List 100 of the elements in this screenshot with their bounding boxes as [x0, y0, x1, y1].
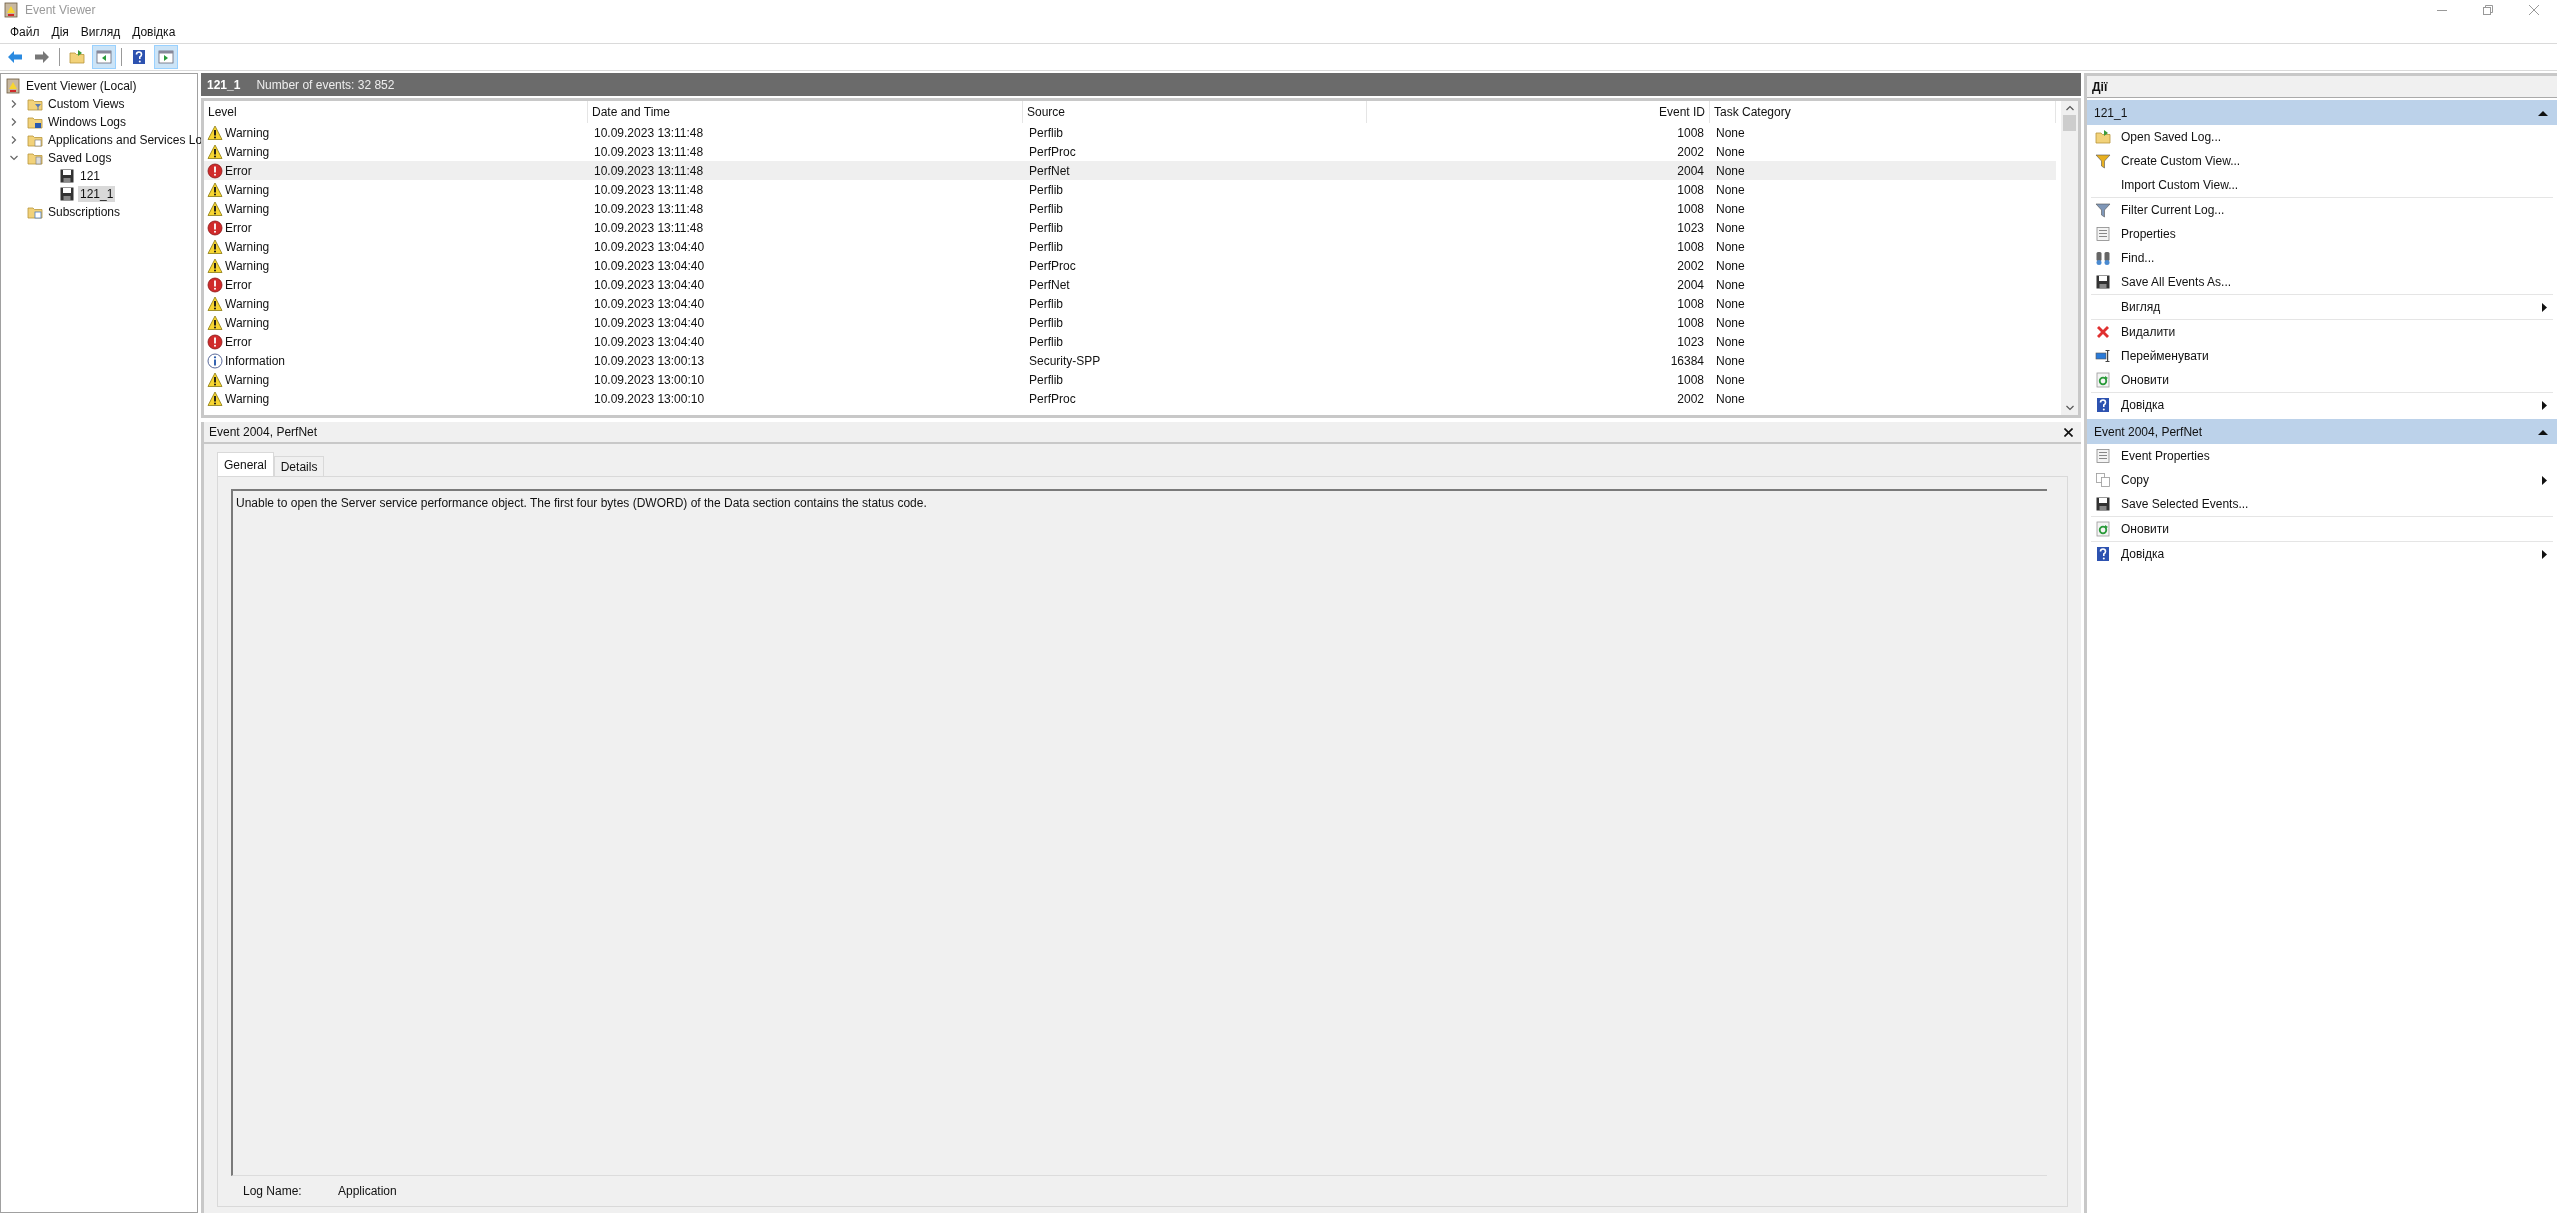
tree-item[interactable]: 121 — [78, 168, 103, 184]
menu-item[interactable]: Довідка — [126, 21, 182, 42]
tree-item[interactable]: 121_1 — [78, 186, 116, 202]
menu-item[interactable]: Файл — [4, 21, 46, 42]
collapse-caret-icon[interactable] — [2538, 428, 2548, 435]
warning-icon — [207, 143, 223, 160]
binoculars-icon — [2095, 250, 2111, 266]
table-cell-text: 10.09.2023 13:04:40 — [593, 238, 706, 256]
scrollbar-thumb[interactable] — [2063, 115, 2076, 131]
action-item[interactable]: Save All Events As... — [2121, 273, 2232, 291]
action-item[interactable]: Довідка — [2121, 396, 2165, 414]
table-row[interactable]: Information 10.09.2023 13:00:13 Security-SPP 16384 None — [204, 351, 2056, 370]
submenu-arrow-icon — [2542, 400, 2547, 410]
action-item[interactable]: Save Selected Events... — [2121, 495, 2249, 513]
chevron-right-icon[interactable] — [9, 117, 19, 127]
tab[interactable]: Details — [273, 456, 325, 476]
info-icon — [207, 352, 223, 369]
chevron-down-icon[interactable] — [9, 153, 19, 163]
action-item[interactable]: Properties — [2121, 225, 2176, 243]
table-row[interactable]: Warning 10.09.2023 13:11:48 PerfProc 2002 None — [204, 142, 2056, 161]
table-row[interactable]: Warning 10.09.2023 13:00:10 PerfProc 2002 None — [204, 389, 2056, 408]
action-item[interactable]: Find... — [2121, 249, 2155, 267]
level-label: Warning — [225, 200, 270, 218]
table-cell-text: PerfProc — [1028, 143, 1077, 161]
column-header[interactable]: Event ID — [1367, 101, 1710, 123]
table-row[interactable]: Warning 10.09.2023 13:04:40 Perflib 1008 None — [204, 294, 2056, 313]
table-row[interactable]: Error 10.09.2023 13:04:40 PerfNet 2004 None — [204, 275, 2056, 294]
copy-icon — [2095, 472, 2111, 488]
table-row[interactable]: Warning 10.09.2023 13:04:40 Perflib 1008 None — [204, 313, 2056, 332]
scrollbar[interactable] — [2061, 101, 2078, 415]
action-item[interactable]: Оновити — [2121, 520, 2169, 538]
table-row[interactable]: Error 10.09.2023 13:11:48 PerfNet 2004 None — [204, 161, 2056, 180]
action-item[interactable]: Open Saved Log... — [2121, 128, 2222, 146]
table-cell-text: 10.09.2023 13:11:48 — [593, 124, 705, 142]
action-item[interactable]: Import Custom View... — [2121, 176, 2239, 194]
table-row[interactable]: Warning 10.09.2023 13:11:48 Perflib 1008 None — [204, 180, 2056, 199]
table-cell-text: None — [1715, 200, 1746, 218]
table-cell-text: Perflib — [1028, 333, 1064, 351]
tree-item[interactable]: Subscriptions — [46, 204, 123, 220]
table-cell-text: 1023 — [1676, 333, 1705, 351]
folder-icon — [27, 204, 43, 220]
table-cell-text: Perflib — [1028, 200, 1064, 218]
table-cell-text: 2002 — [1676, 143, 1705, 161]
folder-icon — [2095, 129, 2111, 145]
warning-icon — [207, 390, 223, 407]
close-icon — [2529, 5, 2539, 15]
log-name: 121_1 — [207, 76, 241, 94]
event-message: Unable to open the Server service performance object. The first four bytes (DWORD) of the Data section contains the status code. — [236, 495, 928, 512]
tab[interactable]: General — [217, 452, 274, 476]
close-icon — [2063, 427, 2073, 437]
chevron-right-icon[interactable] — [9, 99, 19, 109]
table-cell-text: 10.09.2023 13:11:48 — [593, 219, 705, 237]
actions-title: Дії — [2092, 78, 2108, 96]
pane-icon — [96, 49, 112, 65]
table-row[interactable]: Warning 10.09.2023 13:04:40 PerfProc 2002 None — [204, 256, 2056, 275]
table-row[interactable]: Warning 10.09.2023 13:11:48 Perflib 1008 None — [204, 199, 2056, 218]
folder-icon — [27, 132, 43, 148]
table-cell-text: 10.09.2023 13:11:48 — [593, 162, 705, 180]
back-arrow-icon — [7, 49, 23, 65]
column-header[interactable]: Level — [204, 101, 588, 123]
chevron-right-icon[interactable] — [9, 135, 19, 145]
column-header[interactable]: Date and Time — [588, 101, 1023, 123]
tree-item[interactable]: Windows Logs — [46, 114, 129, 130]
submenu-arrow-icon — [2542, 549, 2547, 559]
section-header[interactable]: 121_1 — [2087, 100, 2557, 125]
properties-icon — [2095, 226, 2111, 242]
action-item[interactable]: Перейменувати — [2121, 347, 2209, 365]
table-cell-text: 10.09.2023 13:00:13 — [593, 352, 706, 370]
menu-item[interactable]: Вигляд — [74, 21, 127, 42]
error-icon — [207, 162, 223, 179]
delete-icon — [2095, 324, 2111, 340]
action-item[interactable]: Вигляд — [2121, 298, 2161, 316]
toolbar-button[interactable] — [154, 45, 178, 69]
toolbar-button[interactable] — [92, 45, 116, 69]
action-item[interactable]: Довідка — [2121, 545, 2165, 563]
tree-item[interactable]: Event Viewer (Local) — [24, 78, 139, 94]
action-item[interactable]: Filter Current Log... — [2121, 201, 2225, 219]
tree-item[interactable]: Saved Logs — [46, 150, 114, 166]
action-item[interactable]: Видалити — [2121, 323, 2176, 341]
action-item[interactable]: Event Properties — [2121, 447, 2210, 465]
warning-icon — [207, 238, 223, 255]
error-icon — [207, 333, 223, 350]
table-row[interactable]: Error 10.09.2023 13:11:48 Perflib 1023 None — [204, 218, 2056, 237]
action-item[interactable]: Оновити — [2121, 371, 2169, 389]
collapse-caret-icon[interactable] — [2538, 109, 2548, 116]
action-item[interactable]: Copy — [2121, 471, 2149, 489]
table-row[interactable]: Error 10.09.2023 13:04:40 Perflib 1023 None — [204, 332, 2056, 351]
column-header[interactable]: Source — [1023, 101, 1367, 123]
menu-item[interactable]: Дія — [45, 21, 75, 42]
table-row[interactable]: Warning 10.09.2023 13:11:48 Perflib 1008 None — [204, 123, 2056, 142]
tree-item[interactable]: Custom Views — [46, 96, 127, 112]
column-header[interactable]: Task Category — [1710, 101, 2056, 123]
action-item[interactable]: Create Custom View... — [2121, 152, 2241, 170]
table-row[interactable]: Warning 10.09.2023 13:04:40 Perflib 1008 None — [204, 237, 2056, 256]
level-label: Error — [225, 162, 252, 180]
level-label: Warning — [225, 314, 270, 332]
table-cell-text: 1008 — [1676, 124, 1705, 142]
table-row[interactable]: Warning 10.09.2023 13:00:10 Perflib 1008 None — [204, 370, 2056, 389]
section-header[interactable]: Event 2004, PerfNet — [2087, 419, 2557, 444]
warning-icon — [207, 314, 223, 331]
